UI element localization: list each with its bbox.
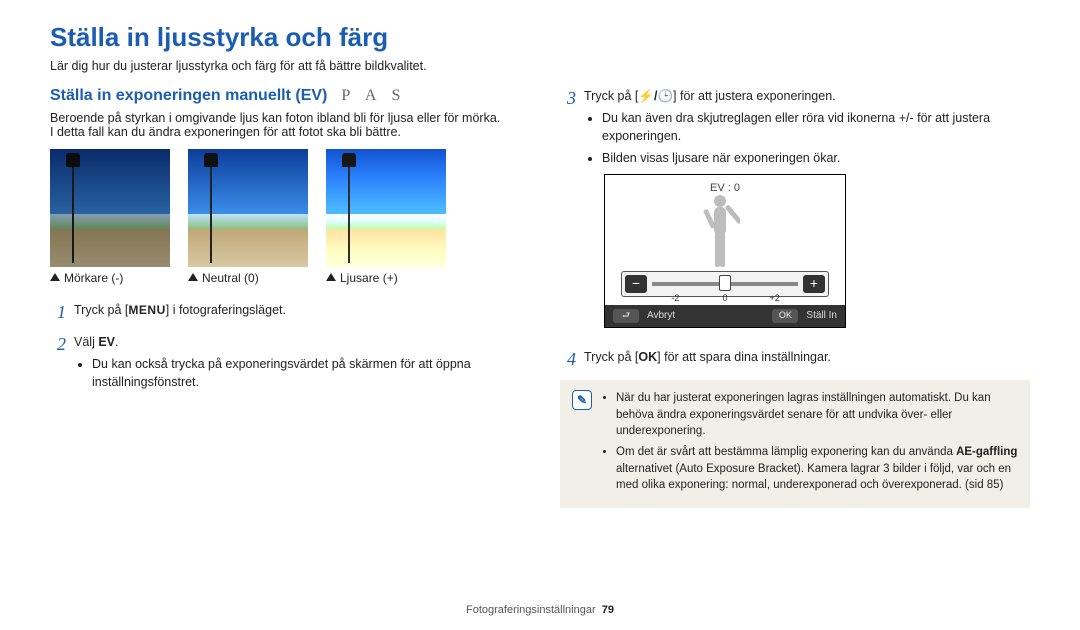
right-column: 3 Tryck på [⚡/🕒] för att justera exponer… [560,87,1030,508]
ok-label: Ställ In [806,309,837,324]
menu-key-label: MENU [128,303,165,317]
mode-letters: P A S [341,87,406,105]
ev-slider-track[interactable]: -2 0 +2 [652,282,798,286]
ev-tick-plus2: +2 [769,292,779,305]
camera-ev-preview: EV : 0 [604,174,846,329]
step-4: 4 Tryck på [OK] för att spara dina instä… [560,348,1030,372]
step-3: 3 Tryck på [⚡/🕒] för att justera exponer… [560,87,1030,340]
caption-lighter: Ljusare (+) [326,271,446,285]
ok-key-text: OK [638,350,657,364]
example-image-lighter [326,149,446,267]
step-3-bullet-2: Bilden visas ljusare när exponeringen ök… [602,149,1030,167]
note-item-1: När du har justerat exponeringen lagras … [616,390,1018,440]
section-subtitle: Ställa in exponeringen manuellt (EV) [50,87,327,105]
step-2: 2 Välj EV. Du kan också trycka på expone… [50,333,520,395]
note-box: ✎ När du har justerat exponeringen lagra… [560,380,1030,508]
triangle-icon [50,273,60,281]
step-1: 1 Tryck på [MENU] i fotograferingsläget. [50,301,520,325]
ev-plus-button[interactable]: + [803,275,825,293]
back-key-icon[interactable]: ⮐ [613,309,639,323]
ev-slider[interactable]: − -2 0 +2 + [621,271,829,297]
flash-timer-icons: ⚡/🕒 [638,89,673,103]
caption-darker: Mörkare (-) [50,271,170,285]
intro-text: Lär dig hur du justerar ljusstyrka och f… [50,59,1030,73]
triangle-icon [326,273,336,281]
step-3-bullet-1: Du kan även dra skjutreglagen eller röra… [602,109,1030,145]
ev-tick-minus2: -2 [671,292,679,305]
note-item-2: Om det är svårt att bestämma lämplig exp… [616,444,1018,494]
ok-key-icon[interactable]: OK [772,309,798,323]
section-body-1: Beroende på styrkan i omgivande ljus kan… [50,111,520,125]
page-footer: Fotograferingsinställningar 79 [0,604,1080,616]
section-body-2: I detta fall kan du ändra exponeringen f… [50,125,520,139]
example-image-darker [50,149,170,267]
note-icon: ✎ [572,390,592,410]
ev-slider-handle[interactable] [719,275,731,291]
example-image-neutral [188,149,308,267]
ev-minus-button[interactable]: − [625,275,647,293]
back-label: Avbryt [647,309,675,324]
person-silhouette-icon [700,191,740,271]
caption-neutral: Neutral (0) [188,271,308,285]
example-thumbnails: Mörkare (-) Neutral (0) Ljusare (+) [50,149,520,285]
step-2-bullet: Du kan också trycka på exponeringsvärdet… [92,355,520,391]
ev-tick-zero: 0 [722,292,727,305]
page-title: Ställa in ljusstyrka och färg [50,22,1030,53]
left-column: Ställa in exponeringen manuellt (EV) P A… [50,87,520,508]
triangle-icon [188,273,198,281]
